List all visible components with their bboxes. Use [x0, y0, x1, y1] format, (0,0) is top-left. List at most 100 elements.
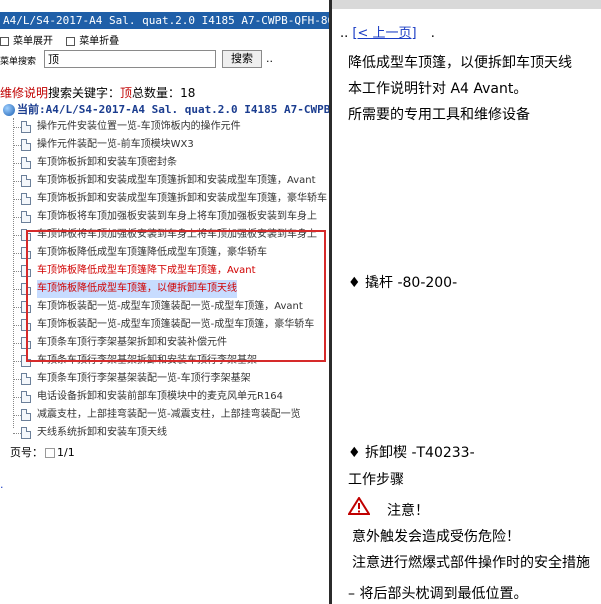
- tree-item[interactable]: 车顶饰板装配一览-成型车顶篷装配一览-成型车顶篷，豪华轿车: [0, 316, 329, 334]
- tree-item-label[interactable]: 车顶饰板将车顶加强板安装到车身上将车顶加强板安装到车身上: [37, 208, 317, 226]
- info-keyword: 顶: [120, 86, 133, 100]
- current-node-label: 当前:A4/L/S4-2017-A4 Sal. quat.2.0 I4185 A…: [17, 103, 329, 116]
- collapse-icon: [66, 36, 76, 46]
- tree-item[interactable]: 车顶饰板拆卸和安装成型车顶篷拆卸和安装成型车顶篷，豪华轿车: [0, 190, 329, 208]
- tree-item[interactable]: 车顶饰板拆卸和安装成型车顶篷拆卸和安装成型车顶篷，Avant: [0, 172, 329, 190]
- caution-line-2: 注意进行燃爆式部件操作时的安全措施: [352, 555, 590, 571]
- tree-item[interactable]: 车顶条车顶行李架基架拆卸和安装补偿元件: [0, 334, 329, 352]
- document-icon: [21, 175, 31, 187]
- tool-wedge: ♦ 拆卸楔 -T40233-: [348, 445, 475, 461]
- tree-item[interactable]: 减震支柱，上部挂弯装配一览-减震支柱，上部挂弯装配一览: [0, 406, 329, 424]
- document-icon: [21, 229, 31, 241]
- tree-item-label[interactable]: 车顶饰板拆卸和安装成型车顶篷拆卸和安装成型车顶篷，豪华轿车: [37, 190, 327, 208]
- tree-connector: [13, 307, 21, 308]
- search-info: 维修说明搜索关键字：顶总数量：18: [0, 84, 195, 101]
- search-dots: ..: [266, 52, 273, 65]
- model-title-bar: A4/L/S4-2017-A4 Sal. quat.2.0 I4185 A7-C…: [0, 12, 329, 29]
- tree-item[interactable]: 车顶饰板装配一览-成型车顶篷装配一览-成型车顶篷，Avant: [0, 298, 329, 316]
- tree-connector: [13, 217, 21, 218]
- right-pane: .. [< 上一页] . 降低成型车顶篷，以便拆卸车顶天线 本工作说明针对 A4…: [332, 0, 601, 604]
- warning-icon: [348, 497, 370, 515]
- tree-item-label[interactable]: 减震支柱，上部挂弯装配一览-减震支柱，上部挂弯装配一览: [37, 406, 301, 424]
- tree-item-label[interactable]: 车顶条车顶行李架基架拆卸和安装补偿元件: [37, 334, 227, 352]
- tree-item[interactable]: 车顶饰板降低成型车顶篷，以便拆卸车顶天线: [0, 280, 329, 298]
- tree-item[interactable]: 操作元件安装位置一览-车顶饰板内的操作元件: [0, 118, 329, 136]
- procedure-heading: 降低成型车顶篷，以便拆卸车顶天线: [348, 55, 572, 71]
- caution-label: 注意！: [387, 503, 429, 519]
- tree-connector: [13, 271, 21, 272]
- tree-item[interactable]: 车顶条车顶行李架基架装配一览-车顶行李架基架: [0, 370, 329, 388]
- tree-item[interactable]: 电话设备拆卸和安装前部车顶模块中的麦克风单元R164: [0, 388, 329, 406]
- tree-connector: [13, 415, 21, 416]
- document-icon: [21, 409, 31, 421]
- tree-item[interactable]: 车顶饰板降低成型车顶篷降低成型车顶篷，豪华轿车: [0, 244, 329, 262]
- tree-item-label[interactable]: 车顶条车顶行李架基架装配一览-车顶行李架基架: [37, 370, 251, 388]
- document-icon: [21, 301, 31, 313]
- tree-item[interactable]: 车顶饰板降低成型车顶篷降下成型车顶篷，Avant: [0, 262, 329, 280]
- expand-all-toggle[interactable]: 菜单展开: [0, 32, 53, 47]
- tree-connector: [13, 397, 21, 398]
- tree-item[interactable]: 车顶条车顶行李架基架拆卸和安装车顶行李架基架: [0, 352, 329, 370]
- tree-item-label[interactable]: 车顶饰板拆卸和安装车顶密封条: [37, 154, 177, 172]
- tree-item[interactable]: 天线系统拆卸和安装车顶天线: [0, 424, 329, 442]
- tree-item-label[interactable]: 车顶条车顶行李架基架拆卸和安装车顶行李架基架: [37, 352, 257, 370]
- steps-title: 工作步骤: [348, 472, 404, 488]
- document-icon: [21, 157, 31, 169]
- tools-title: 所需要的专用工具和维修设备: [348, 107, 530, 123]
- tree-connector: [13, 145, 21, 146]
- tree-connector: [13, 253, 21, 254]
- document-icon: [21, 373, 31, 385]
- tree-item-label[interactable]: 车顶饰板装配一览-成型车顶篷装配一览-成型车顶篷，Avant: [37, 298, 303, 316]
- search-input[interactable]: [44, 50, 216, 68]
- document-icon: [21, 265, 31, 277]
- tree-item[interactable]: 操作元件装配一览-前车顶模块WX3: [0, 136, 329, 154]
- pager-total: 1: [67, 446, 75, 459]
- info-keyword-label: 搜索关键字：: [48, 86, 121, 100]
- document-icon: [21, 139, 31, 151]
- tree-item[interactable]: 车顶饰板将车顶加强板安装到车身上将车顶加强板安装到车身上: [0, 208, 329, 226]
- document-icon: [21, 193, 31, 205]
- applies-to-text: 本工作说明针对 A4 Avant。: [348, 81, 528, 97]
- step-1: – 将后部头枕调到最低位置。: [348, 586, 528, 602]
- document-icon: [21, 121, 31, 133]
- info-prefix: 维修说明: [0, 86, 49, 100]
- tree-item-label[interactable]: 电话设备拆卸和安装前部车顶模块中的麦克风单元R164: [37, 388, 283, 406]
- tree-item-label[interactable]: 车顶饰板将车顶加强板安装到车身上将车顶加强板安装到车身上: [37, 226, 317, 244]
- tree-item-label[interactable]: 车顶饰板降低成型车顶篷降下成型车顶篷，Avant: [37, 262, 256, 280]
- tree-item-label[interactable]: 车顶饰板降低成型车顶篷，以便拆卸车顶天线: [37, 280, 237, 298]
- expand-all-label: 菜单展开: [13, 36, 53, 47]
- tree-item-label[interactable]: 操作元件装配一览-前车顶模块WX3: [37, 136, 194, 154]
- expand-icon: [0, 36, 9, 46]
- tree-item-label[interactable]: 操作元件安装位置一览-车顶饰板内的操作元件: [37, 118, 241, 136]
- pager-page[interactable]: 1: [57, 446, 64, 459]
- tree-connector: [13, 199, 21, 200]
- tree-item-label[interactable]: 车顶饰板降低成型车顶篷降低成型车顶篷，豪华轿车: [37, 244, 267, 262]
- collapse-all-label: 菜单折叠: [79, 36, 120, 47]
- tree-item[interactable]: 车顶饰板拆卸和安装车顶密封条: [0, 154, 329, 172]
- page-checkbox-icon: [45, 448, 55, 458]
- tree-item-label[interactable]: 车顶饰板装配一览-成型车顶篷装配一览-成型车顶篷，豪华轿车: [37, 316, 314, 334]
- stray-dot: .: [0, 478, 4, 491]
- info-count: 18: [180, 86, 196, 100]
- search-button[interactable]: 搜索: [222, 50, 262, 68]
- tree-connector: [13, 127, 21, 128]
- document-icon: [21, 337, 31, 349]
- tree-connector: [13, 379, 21, 380]
- tree-item[interactable]: 车顶饰板将车顶加强板安装到车身上将车顶加强板安装到车身上: [0, 226, 329, 244]
- document-icon: [21, 247, 31, 259]
- tree-item-label[interactable]: 天线系统拆卸和安装车顶天线: [37, 424, 167, 442]
- tree-connector: [13, 163, 21, 164]
- tree-connector: [13, 433, 21, 434]
- document-icon: [21, 283, 31, 295]
- tree-item-label[interactable]: 车顶饰板拆卸和安装成型车顶篷拆卸和安装成型车顶篷，Avant: [37, 172, 316, 190]
- tree-connector: [13, 361, 21, 362]
- tool-pry-bar: ♦ 撬杆 -80-200-: [348, 275, 458, 291]
- pager: 页号： 1/1: [10, 444, 75, 460]
- prev-page-link[interactable]: [< 上一页]: [352, 26, 416, 41]
- globe-icon: [3, 104, 15, 116]
- search-label: 菜单搜索: [0, 57, 37, 67]
- tree-connector: [13, 289, 21, 290]
- page-nav: .. [< 上一页] .: [340, 22, 435, 41]
- collapse-all-toggle[interactable]: 菜单折叠: [66, 32, 119, 47]
- current-node[interactable]: 当前:A4/L/S4-2017-A4 Sal. quat.2.0 I4185 A…: [3, 101, 329, 117]
